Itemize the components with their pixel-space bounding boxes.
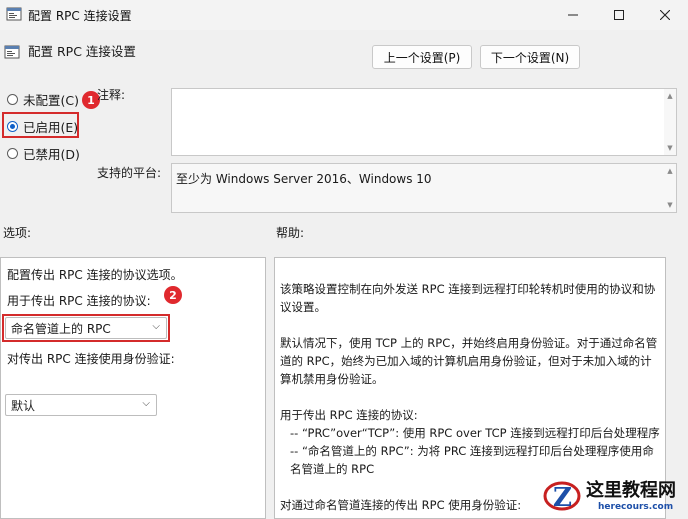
watermark-url: herecours.com [598,502,674,512]
help-paragraph: 用于传出 RPC 连接的协议: [280,408,418,422]
watermark-text: 这里教程网 [586,480,676,501]
svg-text:Z: Z [553,483,572,513]
comment-label: 注释: [97,88,126,102]
title-bar: 配置 RPC 连接设置 [0,0,688,30]
radio-label: 未配置(C) [23,93,79,108]
close-button[interactable] [642,0,688,30]
radio-not-configured[interactable]: 未配置(C) [7,90,79,109]
radio-circle[interactable] [7,94,18,105]
comment-scrollbar[interactable]: ▲ ▼ [664,89,676,155]
auth-select[interactable]: 默认 ⌵ [5,394,157,416]
window-title: 配置 RPC 连接设置 [28,9,132,23]
setting-title: 配置 RPC 连接设置 [28,44,136,59]
help-paragraph: 该策略设置控制在向外发送 RPC 连接到远程打印轮转机时使用的协议和协议设置。 [280,282,656,314]
maximize-button[interactable] [596,0,642,30]
auth-select-value: 默认 [11,398,36,413]
auth-label: 对传出 RPC 连接使用身份验证: [7,352,175,366]
chevron-down-icon: ⌵ [152,321,160,332]
platform-value: 至少为 Windows Server 2016、Windows 10 [176,172,432,186]
platform-scrollbar[interactable]: ▲ ▼ [664,164,676,212]
radio-label: 已启用(E) [23,120,79,135]
radio-enabled[interactable]: 已启用(E) [7,117,78,136]
help-paragraph: 默认情况下，使用 TCP 上的 RPC，并始终启用身份验证。对于通过命名管道的 … [280,336,658,386]
watermark: Z 这里教程网 herecours.com [540,472,688,517]
protocol-label: 用于传出 RPC 连接的协议: [7,294,151,308]
radio-circle[interactable] [7,148,18,159]
scroll-up-icon[interactable]: ▲ [664,90,676,102]
close-icon [660,10,670,20]
chevron-down-icon: ⌵ [142,398,150,409]
options-panel: 配置传出 RPC 连接的协议选项。 用于传出 RPC 连接的协议: 2 命名管道… [0,257,266,519]
platform-field: 至少为 Windows Server 2016、Windows 10 ▲ ▼ [171,163,677,213]
comment-textarea[interactable]: ▲ ▼ [171,88,677,156]
minimize-icon [568,14,578,16]
annotation-badge-2: 2 [164,286,182,304]
scroll-down-icon[interactable]: ▼ [664,142,676,154]
protocol-select[interactable]: 命名管道上的 RPC ⌵ [5,317,167,339]
next-setting-button[interactable]: 下一个设置(N) [480,45,580,69]
platform-label: 支持的平台: [97,166,162,180]
watermark-logo-icon: Z [543,481,581,513]
radio-label: 已禁用(D) [23,147,80,162]
options-label: 选项: [3,226,32,240]
minimize-button[interactable] [550,0,596,30]
policy-window-icon [6,7,22,21]
help-label: 帮助: [276,226,305,240]
maximize-icon [614,10,624,20]
policy-setting-icon [4,45,20,59]
scroll-up-icon[interactable]: ▲ [664,165,676,177]
options-description: 配置传出 RPC 连接的协议选项。 [7,268,183,282]
radio-disabled[interactable]: 已禁用(D) [7,144,80,163]
previous-setting-button[interactable]: 上一个设置(P) [372,45,472,69]
radio-circle[interactable] [7,121,18,132]
protocol-select-value: 命名管道上的 RPC [11,321,111,336]
help-paragraph: -- “PRC”over“TCP”: 使用 RPC over TCP 连接到远程… [290,426,660,440]
scroll-down-icon[interactable]: ▼ [664,199,676,211]
